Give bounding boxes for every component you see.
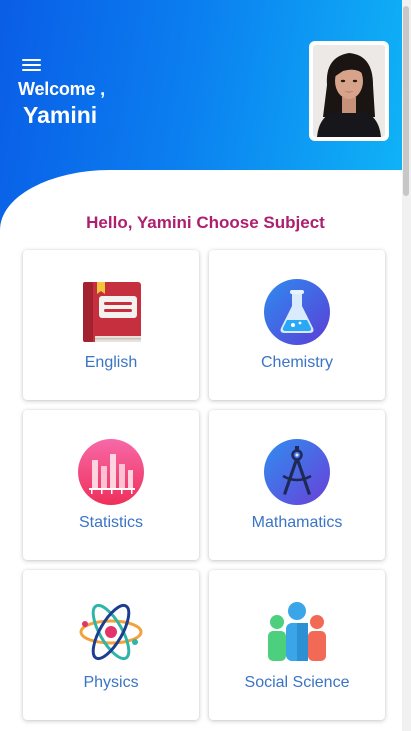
people-icon: [263, 598, 331, 666]
subject-label: Social Science: [244, 674, 350, 691]
subject-label: Statistics: [78, 514, 143, 531]
subject-label: Physics: [83, 674, 139, 691]
avatar[interactable]: [309, 41, 389, 141]
subject-card-mathamatics[interactable]: Mathamatics: [209, 410, 385, 560]
subject-card-chemistry[interactable]: Chemistry: [209, 250, 385, 400]
subject-label: English: [84, 354, 138, 371]
subject-label: Chemistry: [260, 354, 333, 371]
user-name: Yamini: [23, 102, 98, 128]
flask-icon: [263, 278, 331, 346]
hamburger-menu-icon[interactable]: [22, 57, 42, 73]
welcome-text: Welcome ,: [18, 79, 105, 99]
book-icon: [77, 278, 145, 346]
subject-card-social-science[interactable]: Social Science: [209, 570, 385, 720]
bar-chart-icon: [77, 438, 145, 506]
subject-card-statistics[interactable]: Statistics: [23, 410, 199, 560]
profile-photo: [313, 45, 385, 137]
subject-card-english[interactable]: English: [23, 250, 199, 400]
subject-label: Mathamatics: [251, 514, 343, 531]
scrollbar-thumb[interactable]: [403, 6, 409, 196]
greeting-heading: Hello, Yamini Choose Subject: [86, 213, 325, 232]
subject-card-physics[interactable]: Physics: [23, 570, 199, 720]
atom-icon: [77, 598, 145, 666]
compass-icon: [263, 438, 331, 506]
